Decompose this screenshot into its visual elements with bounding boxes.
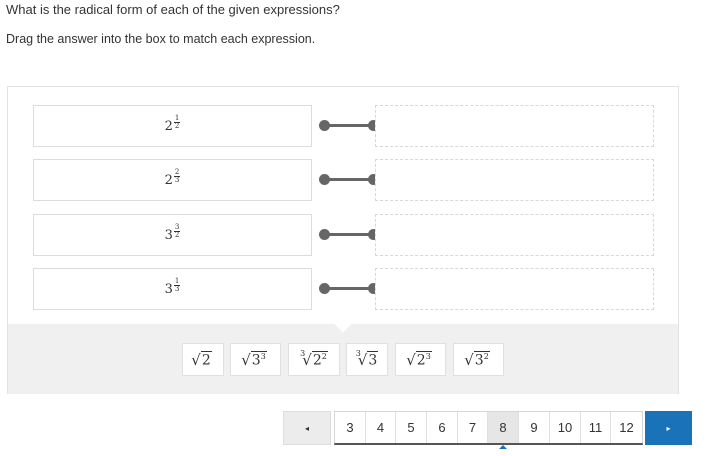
expression-box: 2 2 3 <box>33 159 312 201</box>
answer-tray: √ 2 √ 33 3 √ 22 3 √ 3 √ 23 √ 32 <box>8 315 678 394</box>
connector <box>312 228 379 242</box>
expression-base: 3 <box>164 227 173 243</box>
radicand-base: 2 <box>201 352 211 369</box>
expression-exponent: 1 2 <box>173 114 181 130</box>
answer-drop-zone[interactable] <box>375 159 654 201</box>
radical-sign: √ <box>406 350 416 369</box>
page-button[interactable]: 7 <box>458 412 488 443</box>
connector-dot-left <box>319 283 330 294</box>
matching-panel: 2 1 2 2 2 3 3 3 2 3 1 3 √ 2 √ 33 3 √ 22 … <box>7 86 679 394</box>
page-button[interactable]: 12 <box>611 412 642 443</box>
previous-button[interactable]: ◂ <box>283 411 331 445</box>
answer-tile[interactable]: 3 √ 22 <box>288 343 340 376</box>
expression-exponent: 2 3 <box>173 168 181 184</box>
radicand-exponent: 3 <box>425 351 431 361</box>
triangle-left-icon: ◂ <box>304 423 309 433</box>
answer-tile[interactable]: √ 23 <box>395 343 446 376</box>
expression-base: 2 <box>164 118 173 134</box>
page-number-list: 3 4 5 6 7 8 9 10 11 12 <box>334 411 643 449</box>
radical-sign: √ <box>464 350 474 369</box>
radical-sign: √ <box>241 350 251 369</box>
connector-dot-left <box>319 120 330 131</box>
radicand-base: 2 <box>312 352 322 369</box>
connector-dot-left <box>319 174 330 185</box>
connector <box>312 173 379 187</box>
connector-dot-left <box>319 229 330 240</box>
expression-box: 3 3 2 <box>33 214 312 256</box>
tray-pointer <box>334 315 352 333</box>
page-button[interactable]: 11 <box>581 412 611 443</box>
radical-index: 3 <box>355 349 361 358</box>
exponent-denominator: 2 <box>174 230 180 239</box>
radicand: 22 <box>311 350 328 369</box>
triangle-right-icon: ▸ <box>666 423 671 433</box>
answer-drop-zone[interactable] <box>375 214 654 256</box>
radicand-base: 2 <box>416 352 426 369</box>
page-button[interactable]: 3 <box>335 412 366 443</box>
expression-base: 2 <box>164 172 173 188</box>
answer-drop-zone[interactable] <box>375 105 654 147</box>
radicand: 23 <box>415 350 432 369</box>
answer-tile[interactable]: √ 33 <box>230 343 281 376</box>
next-button[interactable]: ▸ <box>645 411 692 445</box>
page-button[interactable]: 4 <box>366 412 396 443</box>
radical-sign: √ <box>191 350 201 369</box>
radicand: 3 <box>367 350 379 369</box>
question-text: What is the radical form of each of the … <box>6 2 340 17</box>
answer-tile[interactable]: √ 2 <box>182 343 224 376</box>
match-row: 2 2 3 <box>8 159 678 201</box>
radicand-exponent: 3 <box>260 351 266 361</box>
radicand-base: 3 <box>368 352 378 369</box>
page-button[interactable]: 6 <box>427 412 458 443</box>
page-button[interactable]: 9 <box>519 412 550 443</box>
page-button-current[interactable]: 8 <box>488 412 519 449</box>
expression-box: 2 1 2 <box>33 105 312 147</box>
radicand: 2 <box>200 350 212 369</box>
expression-base: 3 <box>164 281 173 297</box>
connector-line <box>324 178 374 181</box>
radicand: 32 <box>473 350 490 369</box>
radicand-exponent: 2 <box>321 351 327 361</box>
answer-tile[interactable]: 3 √ 3 <box>346 343 388 376</box>
instruction-text: Drag the answer into the box to match ea… <box>6 32 316 46</box>
page-button[interactable]: 10 <box>550 412 581 443</box>
radicand-base: 3 <box>251 352 261 369</box>
connector-line <box>324 287 374 290</box>
connector <box>312 282 379 296</box>
expression-box: 3 1 3 <box>33 268 312 310</box>
radicand: 33 <box>250 350 267 369</box>
page-button[interactable]: 5 <box>396 412 427 443</box>
connector <box>312 119 379 133</box>
match-row: 2 1 2 <box>8 105 678 147</box>
connector-line <box>324 124 374 127</box>
connector-line <box>324 233 374 236</box>
exponent-denominator: 3 <box>174 284 180 293</box>
exponent-denominator: 2 <box>174 121 180 130</box>
expression-exponent: 3 2 <box>173 223 181 239</box>
match-row: 3 1 3 <box>8 268 678 310</box>
radical-index: 3 <box>300 349 306 358</box>
answer-tile[interactable]: √ 32 <box>453 343 504 376</box>
radicand-base: 3 <box>474 352 484 369</box>
answer-drop-zone[interactable] <box>375 268 654 310</box>
match-row: 3 3 2 <box>8 214 678 256</box>
expression-exponent: 1 3 <box>173 277 181 293</box>
exponent-denominator: 3 <box>174 175 180 184</box>
radicand-exponent: 2 <box>483 351 489 361</box>
